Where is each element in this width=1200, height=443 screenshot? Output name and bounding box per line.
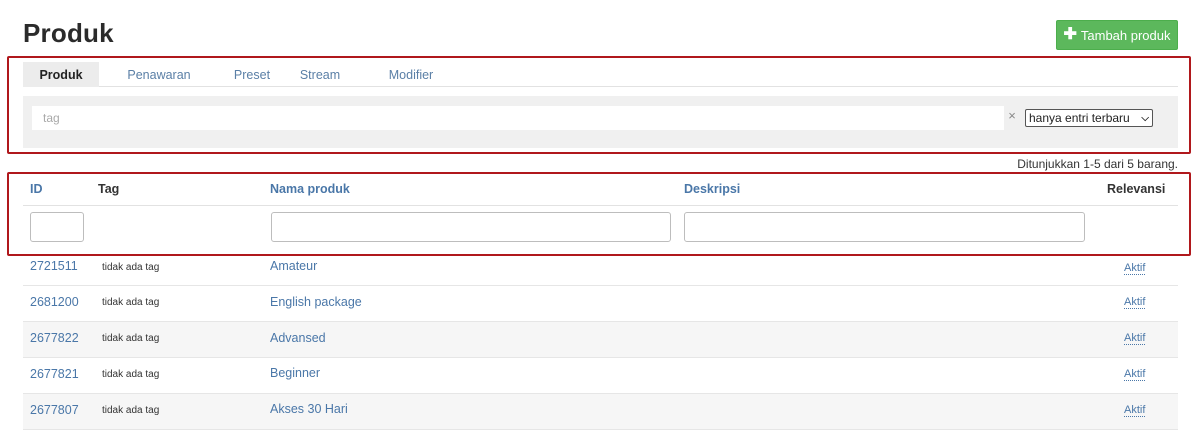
product-id-link[interactable]: 2677822 bbox=[30, 331, 79, 345]
tag-filter-input[interactable] bbox=[32, 106, 1004, 130]
entry-filter-select[interactable]: hanya entri terbaru ⌵ bbox=[1025, 109, 1153, 127]
product-tag: tidak ada tag bbox=[102, 297, 160, 308]
tab-produk[interactable]: Produk bbox=[23, 62, 99, 87]
tab-preset[interactable]: Preset bbox=[219, 62, 285, 87]
product-status[interactable]: Aktif bbox=[1124, 404, 1146, 417]
column-header-name[interactable]: Nama produk bbox=[270, 182, 350, 196]
result-summary: Ditunjukkan 1-5 dari 5 barang. bbox=[1017, 157, 1178, 171]
product-tag: tidak ada tag bbox=[102, 405, 160, 416]
description-filter-input[interactable] bbox=[684, 212, 1085, 242]
column-header-description[interactable]: Deskripsi bbox=[684, 182, 740, 196]
table-row: 2677822 tidak ada tag Advansed Aktif bbox=[23, 322, 1178, 358]
product-tag: tidak ada tag bbox=[102, 333, 160, 344]
product-name-link[interactable]: Beginner bbox=[270, 366, 320, 380]
tab-bar: Produk Penawaran Preset Stream Modifier bbox=[23, 62, 1178, 87]
id-filter-input[interactable] bbox=[30, 212, 84, 242]
page-title: Produk bbox=[23, 18, 114, 48]
header-divider bbox=[23, 205, 1178, 206]
product-tag: tidak ada tag bbox=[102, 262, 160, 273]
product-id-link[interactable]: 2677821 bbox=[30, 367, 79, 381]
add-product-button[interactable]: ✚ Tambah produk bbox=[1056, 20, 1178, 50]
column-header-tag: Tag bbox=[98, 182, 120, 196]
tab-stream[interactable]: Stream bbox=[285, 62, 355, 87]
filter-panel: × hanya entri terbaru ⌵ bbox=[23, 96, 1178, 148]
product-name-link[interactable]: English package bbox=[270, 295, 362, 309]
product-name-link[interactable]: Amateur bbox=[270, 259, 317, 273]
product-name-link[interactable]: Akses 30 Hari bbox=[270, 402, 348, 416]
close-icon[interactable]: × bbox=[1006, 108, 1018, 123]
tab-penawaran[interactable]: Penawaran bbox=[99, 62, 219, 87]
table-row: 2677807 tidak ada tag Akses 30 Hari Akti… bbox=[23, 394, 1178, 430]
add-product-label: Tambah produk bbox=[1080, 27, 1171, 43]
product-status[interactable]: Aktif bbox=[1124, 368, 1146, 381]
product-name-link[interactable]: Advansed bbox=[270, 331, 326, 345]
table-row: 2681200 tidak ada tag English package Ak… bbox=[23, 286, 1178, 322]
product-status[interactable]: Aktif bbox=[1124, 262, 1146, 275]
table-row: 2677821 tidak ada tag Beginner Aktif bbox=[23, 358, 1178, 394]
product-status[interactable]: Aktif bbox=[1124, 296, 1146, 309]
product-id-link[interactable]: 2681200 bbox=[30, 295, 79, 309]
name-filter-input[interactable] bbox=[271, 212, 671, 242]
chevron-down-icon: ⌵ bbox=[1141, 112, 1149, 124]
plus-icon: ✚ bbox=[1063, 26, 1077, 43]
table-row: 2721511 tidak ada tag Amateur Aktif bbox=[23, 250, 1178, 286]
column-header-id[interactable]: ID bbox=[30, 182, 43, 196]
product-tag: tidak ada tag bbox=[102, 369, 160, 380]
tab-modifier[interactable]: Modifier bbox=[355, 62, 467, 87]
column-header-relevance: Relevansi bbox=[1107, 182, 1166, 196]
entry-filter-value: hanya entri terbaru bbox=[1029, 111, 1130, 125]
product-id-link[interactable]: 2677807 bbox=[30, 403, 79, 417]
product-status[interactable]: Aktif bbox=[1124, 332, 1146, 345]
product-id-link[interactable]: 2721511 bbox=[30, 259, 78, 273]
